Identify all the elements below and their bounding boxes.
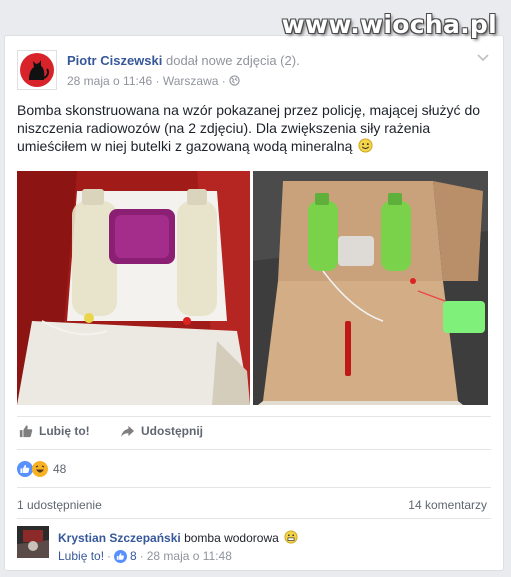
author-avatar[interactable] [17,50,57,90]
post-photo-1[interactable] [17,171,250,405]
post-text: Bomba skonstruowana na wzór pokazanej pr… [17,102,481,154]
reactions-summary[interactable]: 48 [17,460,66,478]
watermark-logo: www.wiocha.pl [281,10,497,39]
divider [17,416,491,417]
divider [17,518,491,519]
post-action-text: dodał nowe zdjęcia (2). [162,53,300,68]
like-label: Lubię to! [39,424,90,438]
comment-meta-separator-2: · [139,549,144,563]
divider [17,449,491,450]
comment-like-icon [114,549,128,563]
grimace-emoji-icon [284,530,298,544]
comment-text-line: Krystian Szczepański bomba wodorowa [58,530,298,545]
post-card: Piotr Ciszewski dodał nowe zdjęcia (2). … [4,35,504,571]
post-date[interactable]: 28 maja o 11:46 [67,74,152,88]
share-label: Udostępnij [141,424,203,438]
chevron-down-icon[interactable] [477,54,489,62]
black-cat-icon [20,53,54,87]
avatar-image-icon [17,526,49,558]
reactions-count[interactable]: 48 [53,462,66,476]
comments-count[interactable]: 14 komentarzy [408,498,487,512]
share-button[interactable]: Udostępnij [120,424,203,438]
like-icon [17,461,33,477]
post-author-name[interactable]: Piotr Ciszewski [67,53,162,68]
globe-icon[interactable] [229,75,240,86]
comment-like-button[interactable]: Lubię to! [58,549,104,563]
meta-separator-2: · [221,74,226,88]
share-arrow-icon [121,425,134,437]
smiley-icon [358,138,373,153]
post-actions: Lubię to! Udostępnij [17,424,491,444]
comment: Krystian Szczepański bomba wodorowa Lubi… [17,526,491,566]
comment-date[interactable]: 28 maja o 11:48 [147,549,232,563]
post-header: Piotr Ciszewski dodał nowe zdjęcia (2). … [17,50,491,92]
post-meta: 28 maja o 11:46 · Warszawa · [67,74,240,88]
meta-separator: · [155,74,160,88]
shares-count[interactable]: 1 udostępnienie [17,498,102,512]
comment-likes-count[interactable]: 8 [130,549,137,563]
photo-bottles-box-police-icon [253,171,488,405]
post-author-line: Piotr Ciszewski dodał nowe zdjęcia (2). [67,53,300,68]
post-photo-2[interactable] [253,171,488,405]
thumbs-up-icon [19,425,33,438]
commenter-name[interactable]: Krystian Szczepański [58,531,181,545]
like-button[interactable]: Lubię to! [19,424,90,438]
comment-text: bomba wodorowa [184,531,279,545]
divider [17,487,491,488]
haha-icon [32,461,48,477]
comment-meta: Lubię to! · 8 · 28 maja o 11:48 [58,549,232,563]
commenter-avatar[interactable] [17,526,49,558]
post-location[interactable]: Warszawa [163,74,219,88]
post-body: Bomba skonstruowana na wzór pokazanej pr… [17,101,487,155]
photo-bottles-box-red-icon [17,171,250,405]
comment-meta-separator: · [107,549,112,563]
